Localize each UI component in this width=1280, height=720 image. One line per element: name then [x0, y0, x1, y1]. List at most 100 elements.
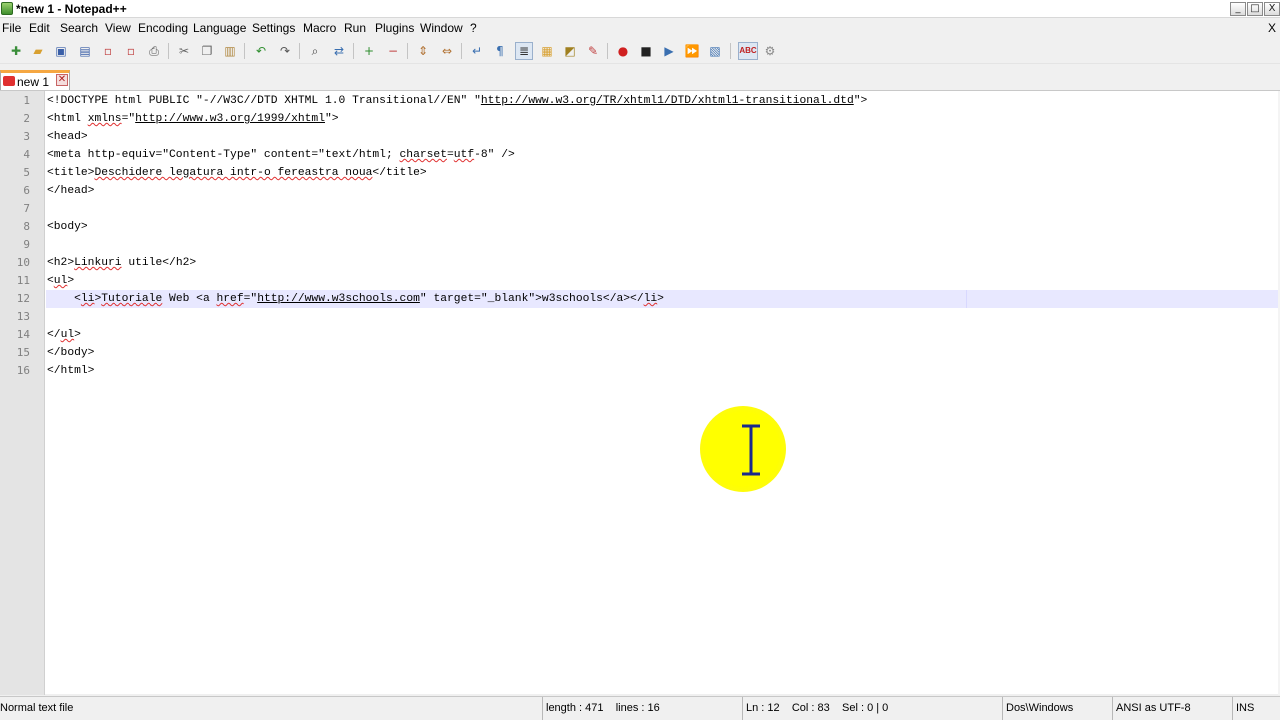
replace-icon[interactable]: ⇄ [330, 42, 348, 60]
close-window-button[interactable]: X [1264, 2, 1280, 16]
tab-new-1[interactable]: new 1 ✕ [0, 70, 70, 90]
line-number: 1 [23, 94, 30, 107]
zoom-out-icon[interactable]: − [384, 42, 402, 60]
line-number: 3 [23, 130, 30, 143]
cut-icon[interactable]: ✂ [175, 42, 193, 60]
status-position: Ln : 12 Col : 83 Sel : 0 | 0 [742, 697, 1002, 720]
menu-view[interactable]: View [105, 21, 131, 35]
function-list-icon[interactable]: ◩ [561, 42, 579, 60]
status-eol: Dos\Windows [1002, 697, 1112, 720]
line-number: 2 [23, 112, 30, 125]
close-document-button[interactable]: X [1268, 21, 1276, 35]
undo-icon[interactable]: ↶ [252, 42, 270, 60]
run-macro-multiple-icon[interactable]: ⏩ [683, 42, 701, 60]
paste-icon[interactable]: ▥ [221, 42, 239, 60]
word-wrap-icon[interactable]: ↵ [468, 42, 486, 60]
menu-edit[interactable]: Edit [29, 21, 50, 35]
menu-plugins[interactable]: Plugins [375, 21, 414, 35]
toolbar-separator [407, 43, 408, 59]
line-number: 14 [16, 328, 30, 341]
code-link: http://www.w3.org/1999/xhtml [135, 113, 325, 125]
playback-macro-icon[interactable]: ▶ [660, 42, 678, 60]
show-all-chars-icon[interactable]: ¶ [491, 42, 509, 60]
line-number: 8 [23, 220, 30, 233]
code-line: <meta http-equiv="Content-Type" content=… [47, 149, 515, 161]
maximize-button[interactable]: □ [1247, 2, 1263, 16]
find-icon[interactable]: ⌕ [306, 42, 324, 60]
code-line: <body> [47, 221, 88, 233]
close-all-icon[interactable]: ▫ [122, 42, 140, 60]
document-tab-bar: new 1 ✕ [0, 64, 1280, 90]
menu-help[interactable]: ? [470, 21, 477, 35]
code-line: <head> [47, 131, 88, 143]
status-encoding: ANSI as UTF-8 [1112, 697, 1232, 720]
toolbar: ✚ ▰ ▣ ▤ ▫ ▫ ⎙ ✂ ❐ ▥ ↶ ↷ ⌕ ⇄ + − ⇕ ⇔ ↵ ¶ … [0, 38, 1280, 64]
code-link: http://www.w3schools.com [257, 293, 420, 305]
zoom-in-icon[interactable]: + [360, 42, 378, 60]
toolbar-separator [299, 43, 300, 59]
line-number: 12 [16, 292, 30, 305]
sync-horizontal-icon[interactable]: ⇔ [438, 42, 456, 60]
status-bar: Normal text file length : 471 lines : 16… [0, 696, 1280, 720]
menu-settings[interactable]: Settings [252, 21, 295, 35]
code-line: </head> [47, 185, 95, 197]
line-number: 13 [16, 310, 30, 323]
toolbar-separator [730, 43, 731, 59]
toolbar-separator [353, 43, 354, 59]
code-line-current: <li>Tutoriale Web <a href="http://www.w3… [47, 293, 664, 305]
window-title: *new 1 - Notepad++ [16, 2, 127, 16]
line-number: 11 [16, 274, 30, 287]
indent-guide-icon[interactable]: ≣ [515, 42, 533, 60]
code-line: <title>Deschidere legatura intr-o fereas… [47, 167, 427, 179]
close-icon[interactable]: ▫ [99, 42, 117, 60]
menu-encoding[interactable]: Encoding [138, 21, 188, 35]
toolbar-separator [607, 43, 608, 59]
toolbar-separator [461, 43, 462, 59]
editor-area[interactable]: 1 2 3 4 5 6 7 8 9 10 11 12 13 14 15 16 <… [0, 90, 1280, 695]
menu-window[interactable]: Window [420, 21, 463, 35]
save-all-icon[interactable]: ▤ [76, 42, 94, 60]
spellcheck-icon[interactable]: ABC [738, 42, 758, 60]
redo-icon[interactable]: ↷ [276, 42, 294, 60]
code-line: </ul> [47, 329, 81, 341]
notepadpp-app-icon [1, 2, 13, 15]
menu-language[interactable]: Language [193, 21, 246, 35]
code-line: </html> [47, 365, 95, 377]
code-line: <html xmlns="http://www.w3.org/1999/xhtm… [47, 113, 339, 125]
edge-marker [966, 290, 967, 308]
code-line: <h2>Linkuri utile</h2> [47, 257, 197, 269]
line-number: 16 [16, 364, 30, 377]
line-number: 6 [23, 184, 30, 197]
open-file-icon[interactable]: ▰ [29, 42, 47, 60]
text-cursor-icon [742, 424, 760, 476]
menu-macro[interactable]: Macro [303, 21, 336, 35]
sync-vertical-icon[interactable]: ⇕ [414, 42, 432, 60]
menu-search[interactable]: Search [60, 21, 98, 35]
document-map-icon[interactable]: ✎ [584, 42, 602, 60]
minimize-button[interactable]: _ [1230, 2, 1246, 16]
status-length: length : 471 lines : 16 [542, 697, 742, 720]
unsaved-file-icon [3, 76, 15, 86]
print-icon[interactable]: ⎙ [145, 42, 163, 60]
record-macro-icon[interactable]: ● [614, 42, 632, 60]
toolbar-separator [168, 43, 169, 59]
stop-recording-icon[interactable]: ■ [637, 42, 655, 60]
new-file-icon[interactable]: ✚ [7, 42, 25, 60]
code-line: <!DOCTYPE html PUBLIC "-//W3C//DTD XHTML… [47, 95, 868, 107]
user-language-icon[interactable]: ▦ [538, 42, 556, 60]
status-file-type: Normal text file [0, 702, 74, 714]
menu-run[interactable]: Run [344, 21, 366, 35]
save-macro-icon[interactable]: ▧ [706, 42, 724, 60]
line-number: 7 [23, 202, 30, 215]
menu-bar: File Edit Search View Encoding Language … [0, 18, 1280, 38]
title-bar: *new 1 - Notepad++ _ □ X [0, 0, 1280, 18]
save-icon[interactable]: ▣ [52, 42, 70, 60]
copy-icon[interactable]: ❐ [198, 42, 216, 60]
line-number: 15 [16, 346, 30, 359]
menu-file[interactable]: File [2, 21, 21, 35]
tab-close-icon[interactable]: ✕ [56, 74, 68, 86]
spellcheck-settings-icon[interactable]: ⚙ [761, 42, 779, 60]
status-insert-mode: INS [1232, 697, 1280, 720]
line-number: 9 [23, 238, 30, 251]
code-line: <ul> [47, 275, 75, 287]
